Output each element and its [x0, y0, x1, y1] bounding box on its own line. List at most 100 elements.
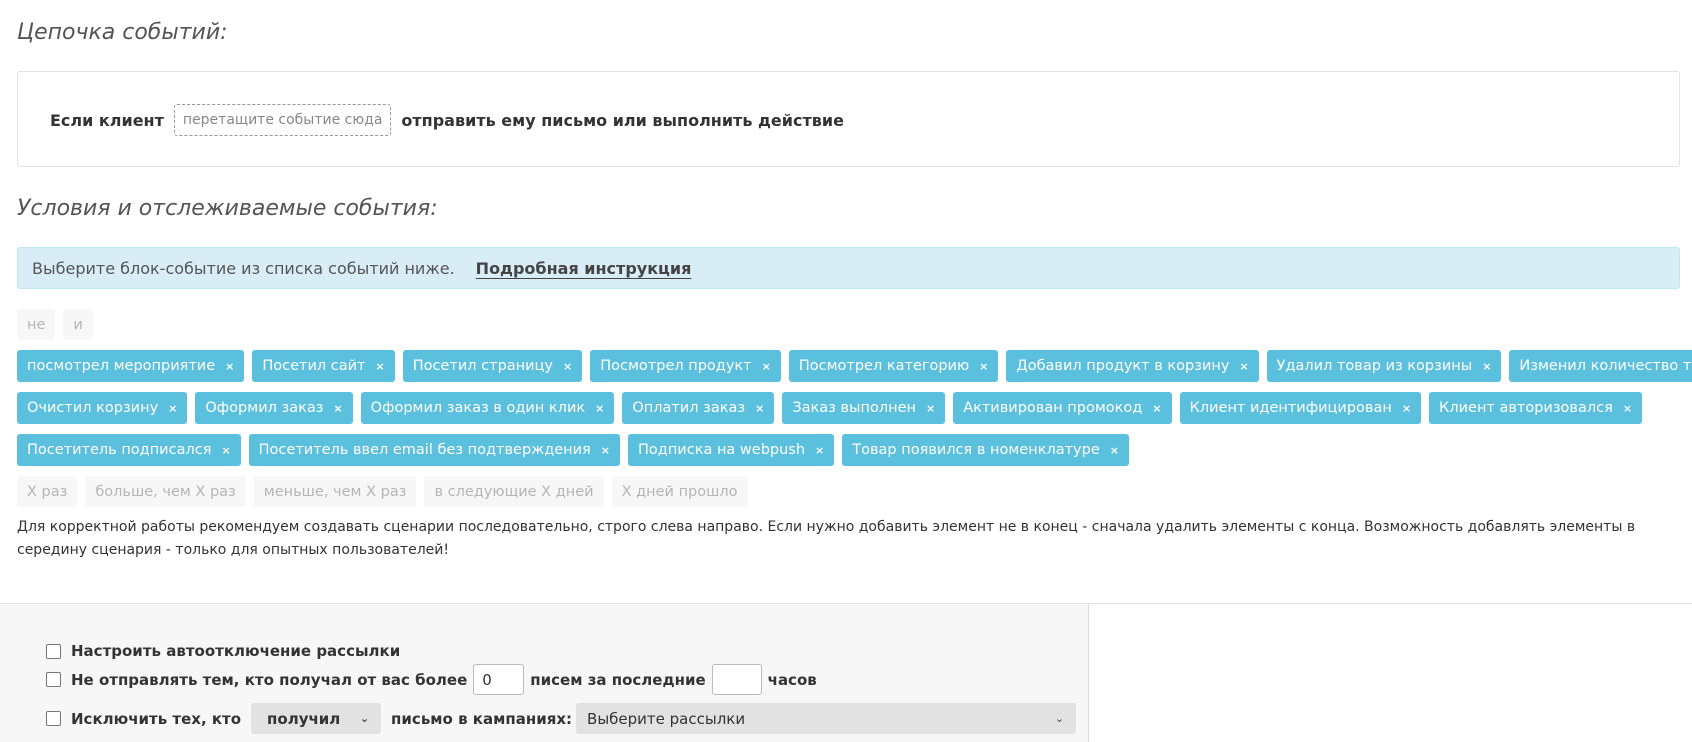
events-row-2: Очистил корзину × Оформил заказ × Оформил за… [17, 392, 1643, 424]
event-tag[interactable]: Активирован промокод × [953, 392, 1172, 424]
event-tag[interactable]: Изменил количество товара× [1509, 350, 1692, 382]
event-tag[interactable]: Товар появился в номенклатуре × [842, 434, 1129, 466]
chain-heading: Цепочка событий: [17, 20, 228, 45]
event-tag-label: посмотрел мероприятие [27, 358, 216, 374]
event-tag-label: Добавил продукт в корзину [1016, 358, 1230, 374]
instruction-link[interactable]: Подробная инструкция [476, 259, 692, 278]
event-tag-label: Очистил корзину [27, 400, 159, 416]
event-tag[interactable]: Очистил корзину × [17, 392, 188, 424]
send-limit-prefix: Не отправлять тем, кто получал от вас бо… [71, 670, 468, 689]
conditions-heading: Условия и отслеживаемые события: [17, 196, 438, 221]
event-tag[interactable]: Посетил страницу × [402, 350, 583, 382]
operators-row: не и [17, 309, 93, 340]
event-tag[interactable]: Посмотрел продукт × [590, 350, 781, 382]
modifier-button[interactable]: в следующие X дней [424, 476, 604, 507]
remove-icon[interactable]: × [762, 360, 771, 373]
event-tag-label: Изменил количество товара [1519, 358, 1692, 374]
auto-disable-checkbox[interactable] [46, 643, 61, 659]
remove-icon[interactable]: × [755, 402, 764, 415]
modifier-button[interactable]: X дней прошло [611, 476, 748, 507]
info-text: Выберите блок-событие из списка событий … [32, 258, 455, 278]
remove-icon[interactable]: × [815, 444, 824, 457]
event-tag[interactable]: Посетитель подписался × [17, 434, 241, 466]
events-row-1: посмотрел мероприятие × Посетил сайт × Посет… [17, 350, 1692, 382]
remove-icon[interactable]: × [979, 360, 988, 373]
event-tag[interactable]: Посетил сайт × [252, 350, 395, 382]
event-tag[interactable]: Посетитель ввел email без подтверждения × [248, 434, 621, 466]
operator-and[interactable]: и [63, 309, 93, 340]
remove-icon[interactable]: × [1110, 444, 1119, 457]
event-tag[interactable]: Подписка на webpush × [628, 434, 835, 466]
event-tag[interactable]: Заказ выполнен × [782, 392, 946, 424]
modifier-button[interactable]: больше, чем X раз [85, 476, 246, 507]
event-tag-label: Посмотрел категорию [798, 358, 970, 374]
settings-vertical-divider [1088, 604, 1089, 742]
event-tag-label: Посетил сайт [262, 358, 366, 374]
event-tag[interactable]: Клиент авторизовался × [1429, 392, 1643, 424]
event-tag-label: Удалил товар из корзины [1276, 358, 1473, 374]
event-tag[interactable]: посмотрел мероприятие × [17, 350, 245, 382]
event-tag[interactable]: Оплатил заказ × [622, 392, 775, 424]
event-tag[interactable]: Клиент идентифицирован × [1179, 392, 1422, 424]
event-tag-label: Посмотрел продукт [600, 358, 752, 374]
remove-icon[interactable]: × [926, 402, 935, 415]
send-limit-row: Не отправлять тем, кто получал от вас бо… [46, 664, 817, 695]
chevron-down-icon: ⌄ [1054, 712, 1065, 725]
event-tag-label: Посетил страницу [412, 358, 554, 374]
remove-icon[interactable]: × [225, 360, 234, 373]
chevron-down-icon: ⌄ [359, 712, 370, 725]
event-drop-zone[interactable]: перетащите событие сюда [173, 104, 392, 136]
event-tag-label: Товар появился в номенклатуре [852, 442, 1100, 458]
remove-icon[interactable]: × [1482, 360, 1491, 373]
event-tag-label: Посетитель подписался [27, 442, 212, 458]
modifier-button[interactable]: X раз [17, 476, 78, 507]
event-tag-label: Оформил заказ в один клик [370, 400, 586, 416]
remove-icon[interactable]: × [1239, 360, 1248, 373]
event-tag[interactable]: Добавил продукт в корзину × [1006, 350, 1259, 382]
event-tag[interactable]: Посмотрел категорию × [788, 350, 999, 382]
events-row-3: Посетитель подписался × Посетитель ввел em… [17, 434, 1129, 466]
remove-icon[interactable]: × [168, 402, 177, 415]
event-tag[interactable]: Оформил заказ в один клик × [360, 392, 615, 424]
remove-icon[interactable]: × [563, 360, 572, 373]
hours-count-input[interactable] [711, 664, 762, 695]
campaigns-select[interactable]: Выберите рассылки ⌄ [576, 703, 1077, 734]
event-tag-label: Клиент идентифицирован [1189, 400, 1392, 416]
exclude-prefix: Исключить тех, кто [71, 709, 242, 728]
exclude-action-value: получил [267, 709, 341, 728]
event-tag-label: Заказ выполнен [792, 400, 916, 416]
auto-disable-row: Настроить автоотключение рассылки [46, 641, 400, 661]
chain-suffix: отправить ему письмо или выполнить дейст… [401, 110, 844, 130]
exclude-checkbox[interactable] [46, 711, 61, 726]
remove-icon[interactable]: × [595, 402, 604, 415]
remove-icon[interactable]: × [1402, 402, 1411, 415]
exclude-action-select[interactable]: получил ⌄ [251, 703, 382, 734]
chain-row: Если клиент перетащите событие сюда отпр… [50, 104, 844, 136]
chain-prefix: Если клиент [50, 110, 164, 130]
remove-icon[interactable]: × [333, 402, 342, 415]
operator-not[interactable]: не [17, 309, 56, 340]
event-tag[interactable]: Оформил заказ × [195, 392, 353, 424]
remove-icon[interactable]: × [1152, 402, 1161, 415]
campaigns-select-value: Выберите рассылки [587, 709, 746, 728]
modifier-button[interactable]: меньше, чем X раз [253, 476, 417, 507]
send-limit-middle: писем за последние [530, 670, 706, 689]
remove-icon[interactable]: × [601, 444, 610, 457]
remove-icon[interactable]: × [376, 360, 385, 373]
event-tag-label: Оплатил заказ [632, 400, 746, 416]
exclude-middle: письмо в кампаниях: [391, 709, 573, 728]
event-tag-label: Активирован промокод [963, 400, 1143, 416]
event-tag[interactable]: Удалил товар из корзины × [1266, 350, 1502, 382]
letters-count-input[interactable]: 0 [473, 664, 525, 695]
send-limit-suffix: часов [767, 670, 817, 689]
modifiers-row: X раз больше, чем X раз меньше, чем X раз в… [17, 476, 748, 507]
event-tag-label: Подписка на webpush [638, 442, 806, 458]
exclude-row: Исключить тех, кто получил ⌄ письмо в ка… [46, 703, 1077, 734]
info-alert: Выберите блок-событие из списка событий … [17, 247, 1680, 289]
send-limit-checkbox[interactable] [46, 672, 61, 687]
auto-disable-label: Настроить автоотключение рассылки [71, 642, 401, 660]
event-chain-panel: Если клиент перетащите событие сюда отпр… [17, 71, 1680, 167]
event-tag-label: Посетитель ввел email без подтверждения [258, 442, 591, 458]
remove-icon[interactable]: × [1623, 402, 1632, 415]
remove-icon[interactable]: × [221, 444, 230, 457]
